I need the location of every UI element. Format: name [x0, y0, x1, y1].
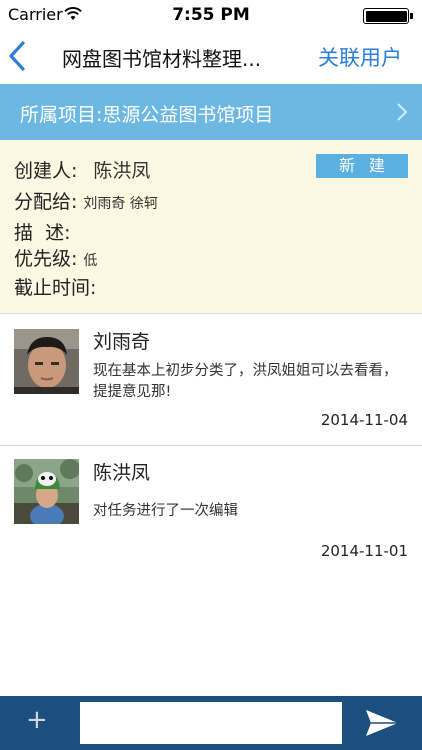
chevron-left-icon	[6, 41, 28, 76]
creator-value: 陈洪凤	[93, 160, 151, 182]
description-label: 描 述:	[14, 222, 71, 244]
message-input[interactable]	[80, 702, 342, 744]
comment-item: 刘雨奇 现在基本上初步分类了，洪凤姐姐可以去看看，提提意见那! 2014-11-…	[0, 315, 422, 445]
avatar	[14, 459, 79, 524]
status-bar: Carrier 7:55 PM	[0, 0, 422, 30]
priority-row: 优先级: 低	[14, 244, 97, 271]
navigation-bar: 网盘图书馆材料整理... 关联用户	[0, 30, 422, 84]
avatar	[14, 329, 79, 394]
battery-tip	[410, 13, 413, 19]
link-users-button[interactable]: 关联用户	[318, 42, 402, 72]
description-row: 描 述:	[14, 218, 76, 245]
chevron-right-icon	[396, 102, 408, 126]
battery-icon	[363, 8, 409, 24]
comment-text: 对任务进行了一次编辑	[93, 503, 238, 519]
deadline-label: 截止时间:	[14, 277, 97, 299]
message-input-bar: +	[0, 696, 422, 750]
assignee-row: 分配给: 刘雨奇 徐轲	[14, 187, 158, 214]
page-title: 网盘图书馆材料整理...	[62, 47, 262, 71]
comment-author: 陈洪凤	[93, 462, 151, 484]
add-attachment-button[interactable]: +	[26, 705, 48, 735]
task-info-panel: 创建人: 陈洪凤 新建 分配给: 刘雨奇 徐轲 描 述: 优先级: 低 截止时间…	[0, 140, 422, 314]
comment-author: 刘雨奇	[93, 331, 151, 353]
send-icon	[364, 710, 400, 742]
priority-label: 优先级:	[14, 248, 78, 270]
comment-text: 现在基本上初步分类了，洪凤姐姐可以去看看，提提意见那!	[93, 363, 398, 400]
creator-label: 创建人:	[14, 160, 78, 182]
project-row[interactable]: 所属项目:思源公益图书馆项目	[0, 84, 422, 140]
priority-value: 低	[83, 253, 98, 269]
comment-date: 2014-11-04	[320, 411, 408, 429]
send-button[interactable]	[364, 708, 400, 742]
creator-row: 创建人: 陈洪凤	[14, 156, 150, 183]
back-button[interactable]	[6, 40, 36, 74]
assignee-value: 刘雨奇 徐轲	[83, 196, 158, 212]
status-button[interactable]: 新建	[316, 154, 408, 178]
project-label: 所属项目:思源公益图书馆项目	[20, 104, 274, 126]
comment-date: 2014-11-01	[320, 542, 408, 560]
deadline-row: 截止时间:	[14, 273, 102, 300]
clock-time: 7:55 PM	[172, 5, 250, 25]
comment-item: 陈洪凤 对任务进行了一次编辑 2014-11-01	[0, 446, 422, 576]
assignee-label: 分配给:	[14, 191, 78, 213]
